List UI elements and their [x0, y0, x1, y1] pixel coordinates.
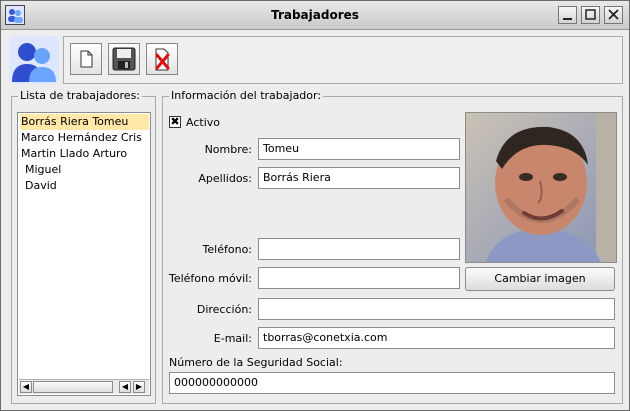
new-button[interactable] [70, 43, 102, 75]
list-item[interactable]: Borrás Riera Tomeu [20, 114, 149, 130]
scrollbar-thumb[interactable] [33, 381, 113, 393]
movil-field[interactable] [258, 267, 460, 289]
ss-field[interactable]: 000000000000 [169, 372, 615, 394]
delete-document-icon [155, 48, 170, 71]
list-item[interactable]: Marco Hernández Cris [21, 130, 142, 146]
scroll-left-button-2[interactable]: ◀ [119, 381, 131, 393]
title-bar[interactable]: Trabajadores [1, 1, 629, 30]
scroll-right-button[interactable]: ▶ [133, 381, 145, 393]
save-button[interactable] [108, 43, 140, 75]
apellidos-field[interactable]: Borrás Riera [258, 167, 460, 189]
delete-button[interactable] [146, 43, 178, 75]
horizontal-scrollbar[interactable]: ◀ ◀ ▶ [19, 379, 149, 394]
change-image-button[interactable]: Cambiar imagen [465, 267, 615, 291]
direccion-field[interactable] [258, 298, 615, 320]
close-button[interactable] [604, 6, 623, 24]
window-title: Trabajadores [271, 8, 359, 22]
employee-list-label: Lista de trabajadores: [18, 89, 143, 102]
new-document-icon [80, 50, 93, 68]
email-field[interactable]: tborras@conetxia.com [258, 327, 615, 349]
email-label: E-mail: [213, 332, 252, 345]
minimize-button[interactable] [558, 6, 577, 24]
toolbar [63, 36, 623, 84]
nombre-label: Nombre: [204, 143, 252, 156]
telefono-label: Teléfono: [202, 243, 252, 256]
floppy-disk-icon [112, 47, 136, 71]
app-window: Trabajadores Lista de trabajadores: Borr… [0, 0, 630, 411]
list-item[interactable]: Martin Llado Arturo [21, 146, 127, 162]
active-checkbox[interactable]: ✖ [169, 116, 181, 128]
list-item[interactable]: David [25, 178, 57, 194]
scroll-left-button[interactable]: ◀ [20, 381, 32, 393]
nombre-field[interactable]: Tomeu [258, 138, 460, 160]
apellidos-label: Apellidos: [198, 172, 252, 185]
direccion-label: Dirección: [196, 303, 252, 316]
maximize-button[interactable] [581, 6, 600, 24]
employee-photo [465, 112, 617, 263]
users-logo-icon [9, 36, 59, 84]
ss-label: Número de la Seguridad Social: [169, 356, 343, 369]
telefono-field[interactable] [258, 238, 460, 260]
employee-info-label: Información del trabajador: [169, 89, 324, 102]
list-item[interactable]: Miguel [25, 162, 61, 178]
active-label: Activo [186, 116, 220, 129]
movil-label: Teléfono móvil: [168, 272, 252, 285]
employee-list[interactable]: Borrás Riera Tomeu Marco Hernández Cris … [17, 112, 151, 396]
